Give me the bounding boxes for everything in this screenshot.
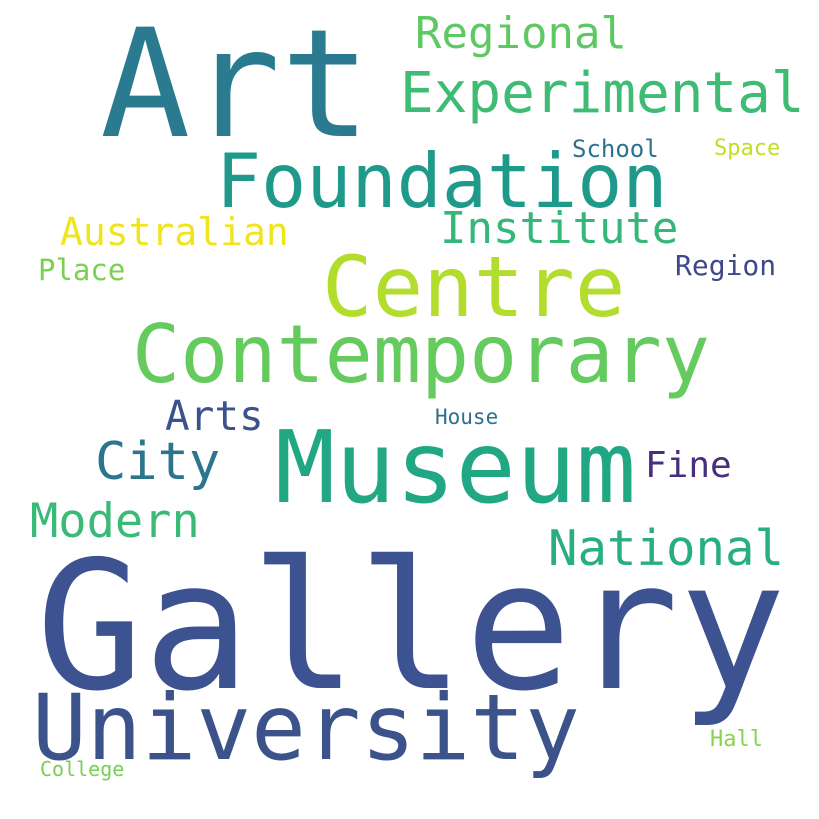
word-city: City [95, 432, 221, 492]
word-place: Place [38, 253, 126, 287]
word-modern: Modern [30, 494, 200, 549]
word-national: National [548, 520, 785, 577]
word-school: School [572, 135, 659, 163]
word-cloud: Gallery Art Museum Contemporary Foundati… [0, 0, 819, 819]
word-hall: Hall [710, 727, 763, 752]
word-experimental: Experimental [400, 61, 805, 126]
word-house: House [435, 405, 499, 429]
word-fine: Fine [645, 445, 732, 486]
word-region: Region [675, 249, 777, 282]
word-regional: Regional [415, 8, 627, 59]
word-institute: Institute [440, 203, 679, 254]
word-museum: Museum [275, 409, 637, 526]
word-college: College [40, 757, 125, 781]
word-arts: Arts [165, 392, 264, 440]
word-australian: Australian [60, 210, 289, 254]
word-centre: Centre [322, 238, 626, 336]
word-space: Space [714, 136, 781, 161]
